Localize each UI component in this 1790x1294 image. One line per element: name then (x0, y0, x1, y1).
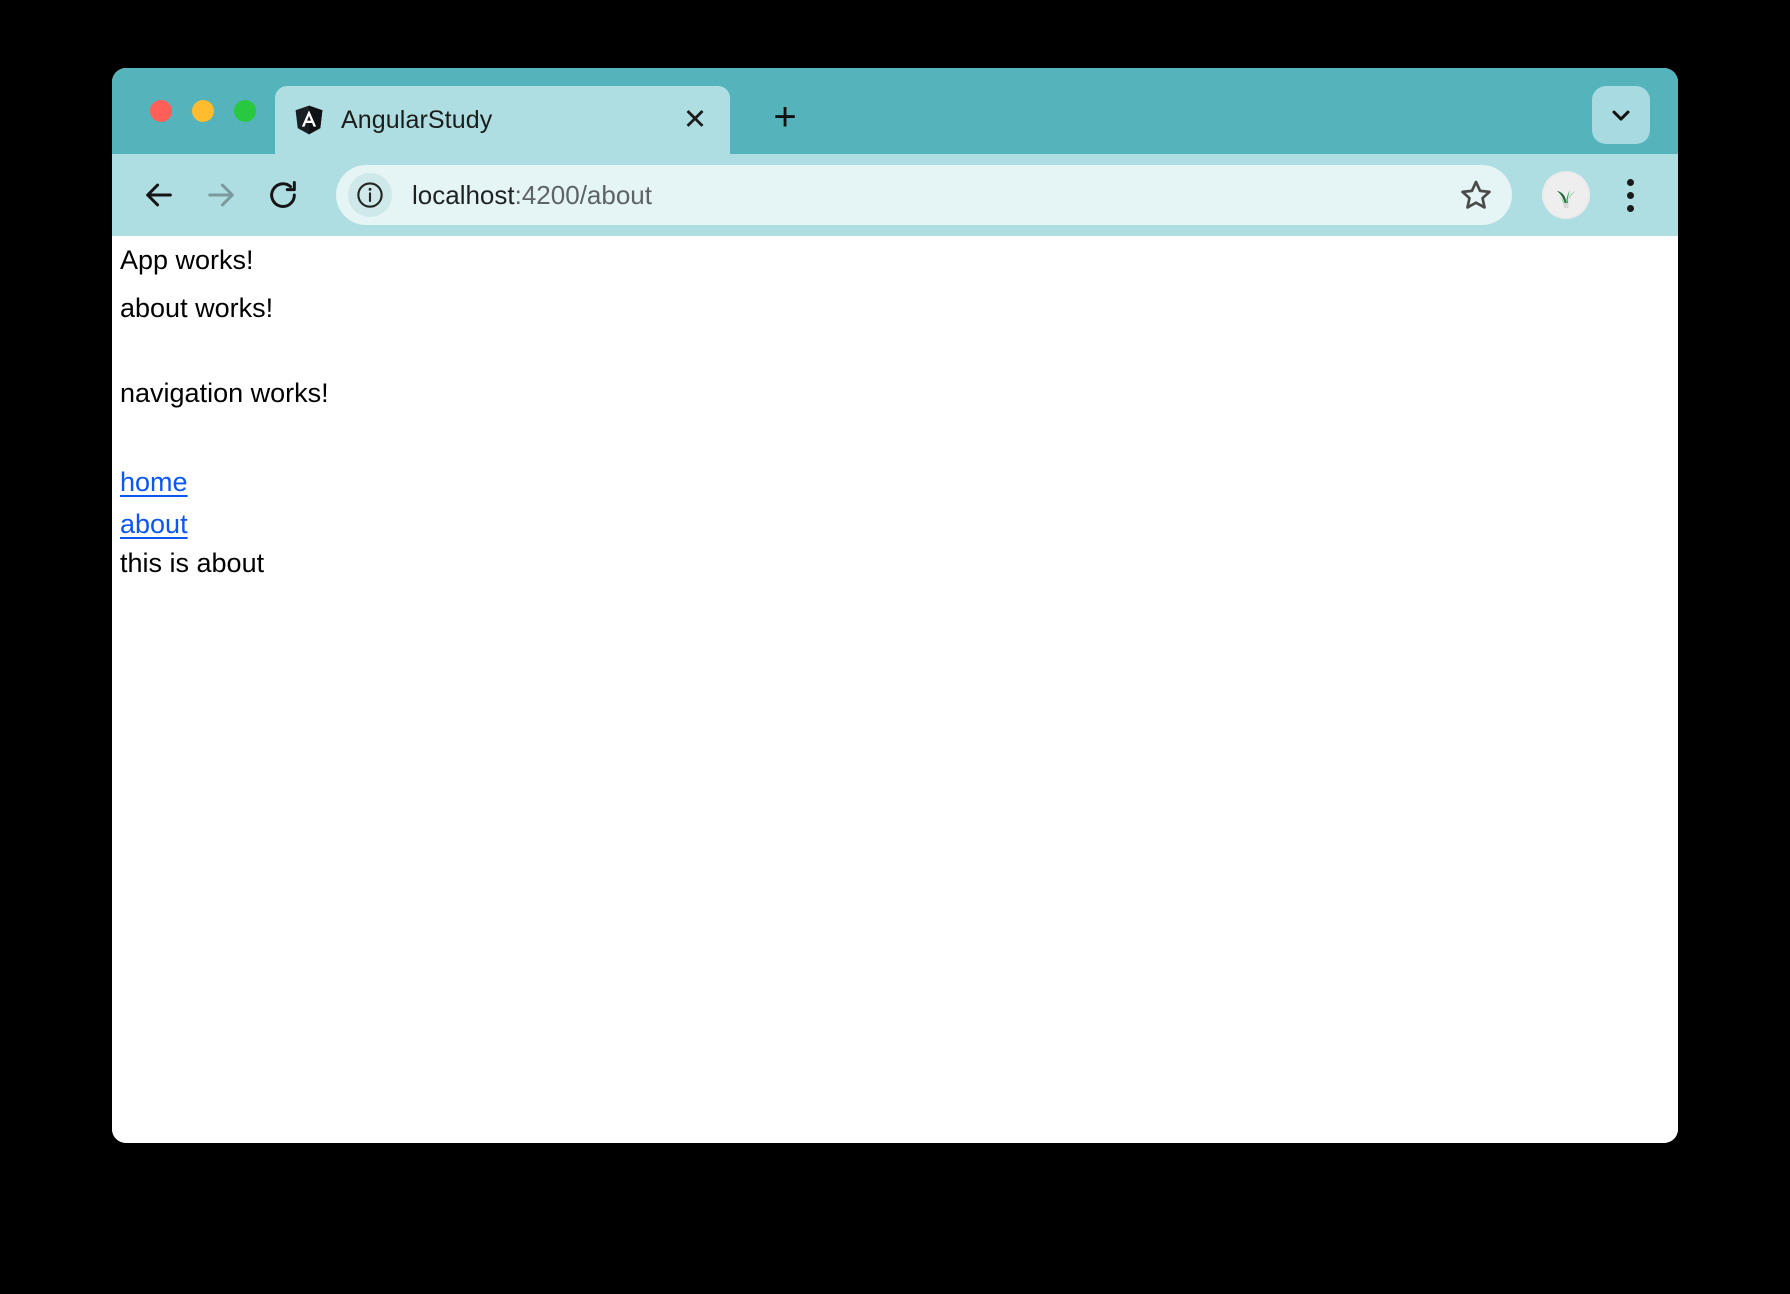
new-tab-button[interactable]: + (762, 94, 808, 140)
reload-button[interactable] (252, 164, 314, 226)
page-viewport: App works! about works! navigation works… (112, 236, 1678, 1143)
navigation-works-text: navigation works! (120, 325, 1670, 409)
profile-avatar[interactable] (1542, 171, 1590, 219)
about-content-text: this is about (120, 546, 1670, 579)
chevron-down-icon (1607, 101, 1635, 129)
tab-strip: AngularStudy ✕ + (112, 68, 1678, 154)
menu-dot-2 (1627, 192, 1634, 199)
star-outline-icon (1459, 178, 1493, 212)
url-path: :4200/about (515, 180, 652, 210)
bookmark-button[interactable] (1454, 173, 1498, 217)
window-traffic-lights (150, 100, 256, 122)
tab-title: AngularStudy (341, 106, 674, 135)
window-close-button[interactable] (150, 100, 172, 122)
url-host: localhost (412, 180, 515, 210)
window-maximize-button[interactable] (234, 100, 256, 122)
info-glyph-icon (355, 180, 385, 210)
nav-link-home[interactable]: home (120, 462, 188, 504)
browser-window: AngularStudy ✕ + (112, 68, 1678, 1143)
tab-search-chevron-down-icon[interactable] (1592, 86, 1650, 144)
window-minimize-button[interactable] (192, 100, 214, 122)
address-bar-url: localhost:4200/about (412, 180, 1454, 211)
profile-avatar-plant-icon (1544, 173, 1588, 217)
menu-dot-3 (1627, 205, 1634, 212)
angular-app-root: App works! about works! navigation works… (112, 236, 1678, 579)
address-bar[interactable]: localhost:4200/about (336, 165, 1512, 225)
browser-toolbar: localhost:4200/about (112, 154, 1678, 236)
back-button[interactable] (128, 164, 190, 226)
nav-link-about[interactable]: about (120, 504, 188, 546)
browser-menu-button[interactable] (1604, 166, 1656, 224)
tab-angularstudy[interactable]: AngularStudy ✕ (275, 86, 730, 154)
arrow-left-icon (142, 178, 176, 212)
menu-dot-1 (1627, 179, 1634, 186)
arrow-right-icon (204, 178, 238, 212)
info-circle-icon[interactable] (348, 173, 392, 217)
app-works-text: App works! (120, 236, 1670, 276)
tab-close-icon[interactable]: ✕ (674, 99, 716, 141)
about-works-text: about works! (120, 276, 1670, 324)
nav-links: home about (120, 409, 1670, 546)
reload-icon (266, 178, 300, 212)
forward-button[interactable] (190, 164, 252, 226)
angular-logo-icon (293, 104, 325, 136)
